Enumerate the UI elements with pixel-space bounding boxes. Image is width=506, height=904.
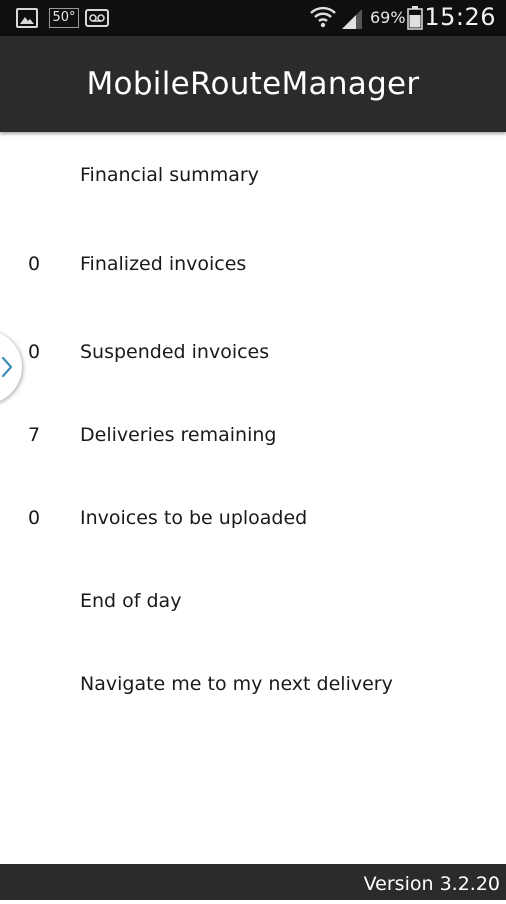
battery-icon <box>407 5 423 31</box>
menu-item-label: Financial summary <box>80 164 259 186</box>
menu-item-label: Deliveries remaining <box>80 424 277 446</box>
menu-item-count: 7 <box>28 424 41 446</box>
menu-item-invoices-to-upload[interactable]: 0 Invoices to be uploaded <box>0 491 506 545</box>
menu-item-label: Invoices to be uploaded <box>80 507 308 529</box>
voicemail-icon <box>84 7 110 29</box>
menu-item-label: End of day <box>80 590 182 612</box>
footer-bar: Version 3.2.20 <box>0 864 506 900</box>
action-bar: MobileRouteManager <box>0 36 506 132</box>
app-title: MobileRouteManager <box>86 66 420 102</box>
version-label: Version 3.2.20 <box>363 873 500 895</box>
menu-item-finalized-invoices[interactable]: 0 Finalized invoices <box>0 237 506 291</box>
weather-text: 50° <box>49 8 79 28</box>
menu-item-count: 0 <box>28 507 41 529</box>
menu-item-deliveries-remaining[interactable]: 7 Deliveries remaining <box>0 408 506 462</box>
menu-item-end-of-day[interactable]: End of day <box>0 574 506 628</box>
menu-item-financial-summary[interactable]: Financial summary <box>0 148 506 202</box>
menu-item-label: Navigate me to my next delivery <box>80 673 393 695</box>
menu-item-navigate-next-delivery[interactable]: Navigate me to my next delivery <box>0 657 506 711</box>
menu-item-label: Suspended invoices <box>80 341 270 363</box>
menu-item-count: 0 <box>28 253 41 275</box>
signal-icon <box>340 5 364 31</box>
status-bar: 50° 69% 15:26 <box>0 0 506 36</box>
image-icon <box>15 7 39 29</box>
chevron-right-icon <box>0 352 14 382</box>
clock-time: 15:26 <box>424 3 496 31</box>
menu-item-count: 0 <box>28 341 41 363</box>
wifi-icon <box>308 4 338 30</box>
weather-icon: 50° <box>49 7 79 29</box>
battery-percent: 69% <box>370 8 406 27</box>
menu-item-label: Finalized invoices <box>80 253 247 275</box>
menu-item-suspended-invoices[interactable]: 0 Suspended invoices <box>0 325 506 379</box>
